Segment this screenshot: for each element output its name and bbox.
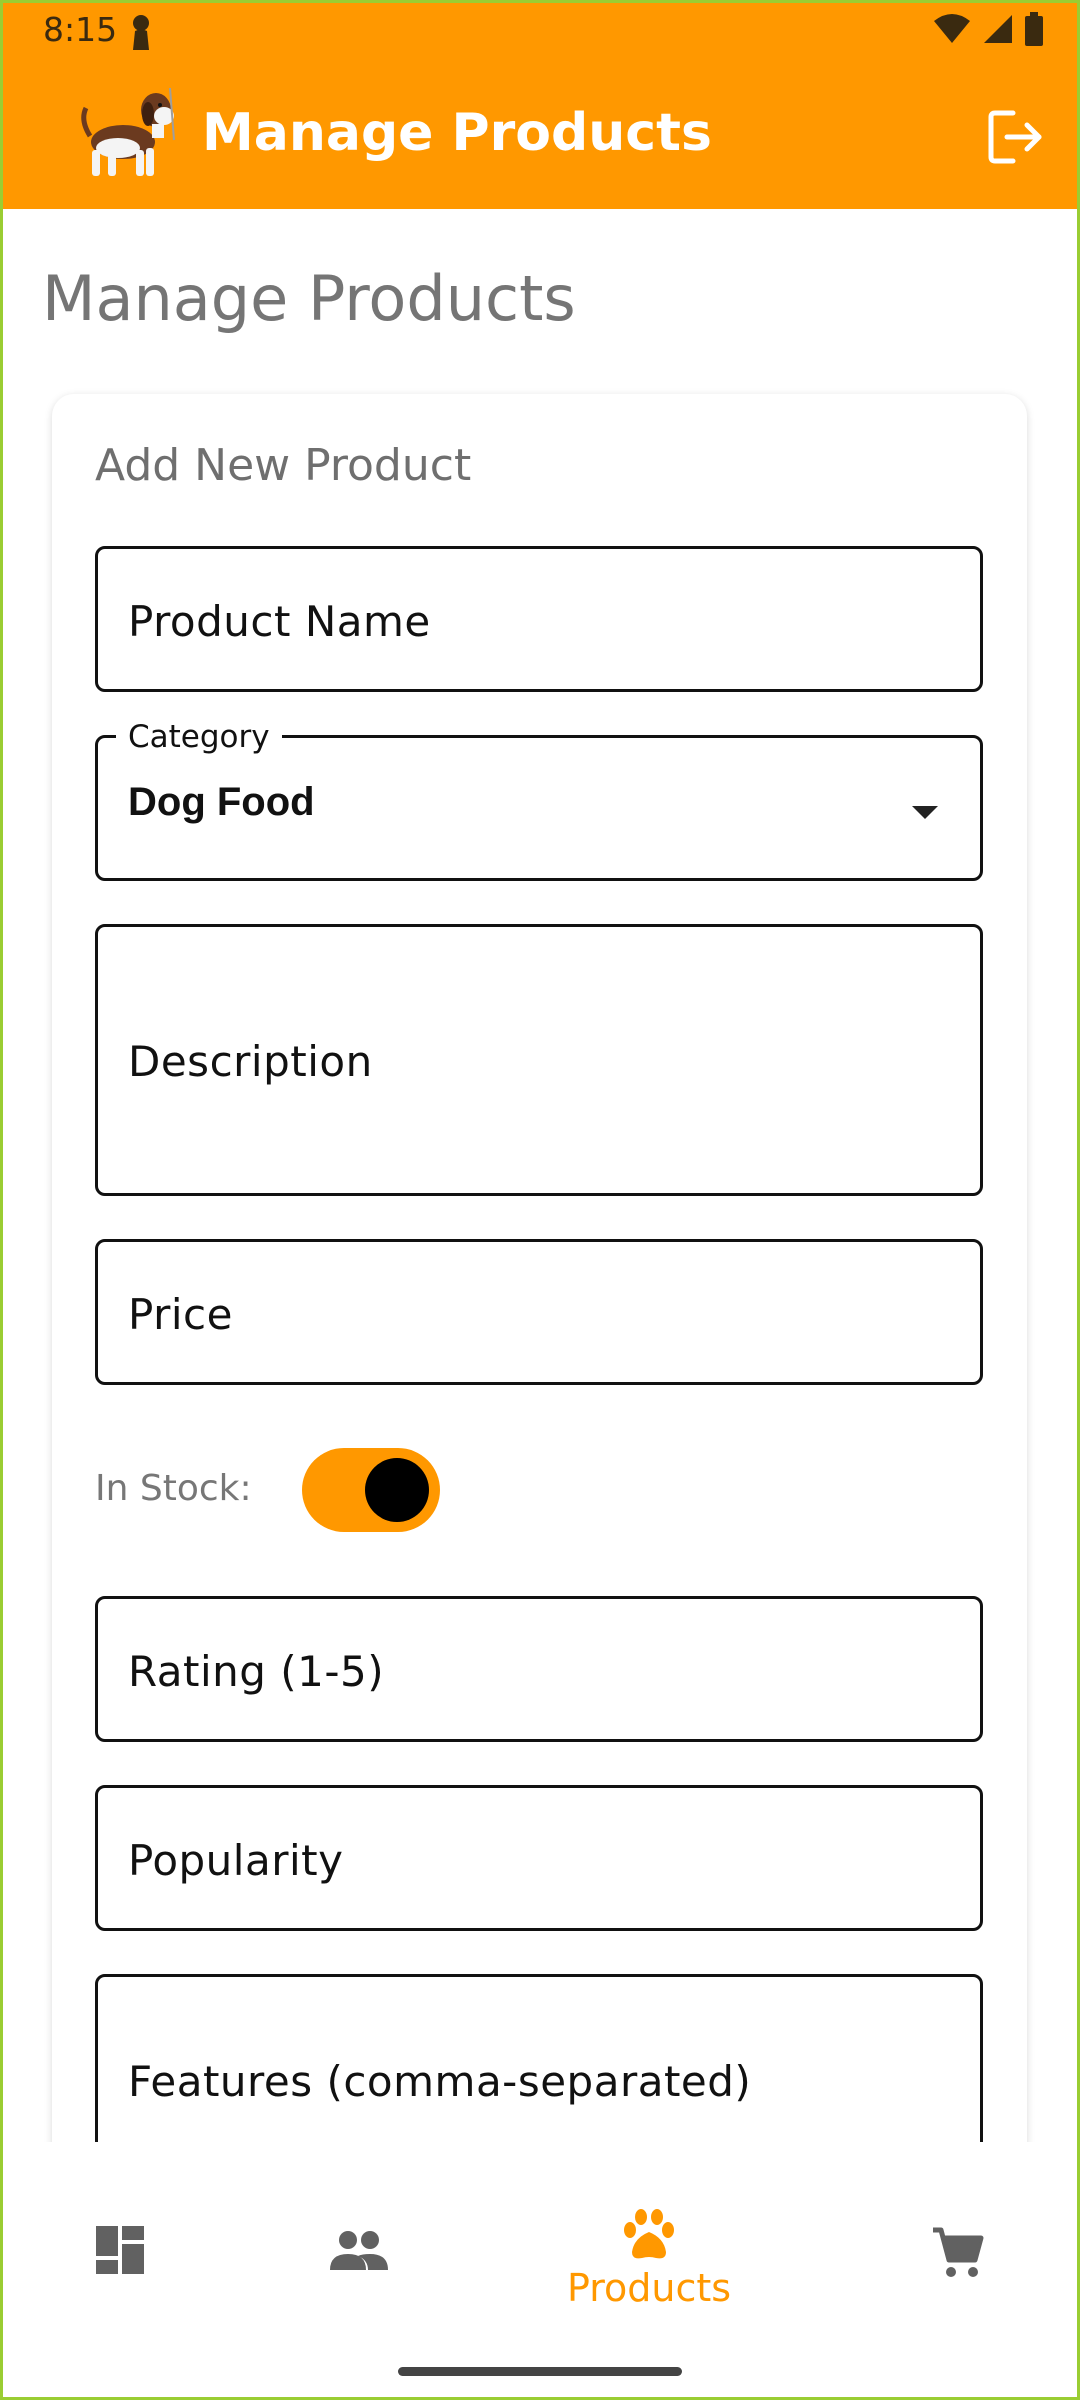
battery-icon xyxy=(1025,12,1043,46)
product-name-placeholder: Product Name xyxy=(128,597,431,646)
features-placeholder: Features (comma-separated) xyxy=(128,2057,752,2106)
description-placeholder: Description xyxy=(128,1037,373,1086)
status-time: 8:15 xyxy=(43,10,118,49)
cart-icon xyxy=(933,2227,984,2277)
in-stock-toggle[interactable] xyxy=(302,1448,440,1532)
card-title: Add New Product xyxy=(95,440,472,491)
category-dropdown[interactable]: Category Dog Food xyxy=(95,719,983,881)
wifi-icon xyxy=(934,14,970,43)
nav-products[interactable]: Products xyxy=(567,2208,731,2310)
nav-products-label: Products xyxy=(567,2266,732,2310)
nav-cart[interactable] xyxy=(931,2226,985,2280)
popularity-field[interactable]: Popularity xyxy=(95,1785,983,1931)
home-indicator[interactable] xyxy=(398,2367,682,2376)
nav-users[interactable] xyxy=(328,2230,390,2272)
description-field[interactable]: Description xyxy=(95,924,983,1196)
toggle-knob xyxy=(365,1458,429,1522)
paw-icon xyxy=(624,2209,675,2259)
dashboard-icon xyxy=(96,2226,144,2274)
bottom-navigation: Products xyxy=(0,2142,1080,2400)
notification-icon xyxy=(133,15,149,50)
product-name-field[interactable]: Product Name xyxy=(95,546,983,692)
in-stock-label: In Stock: xyxy=(95,1468,252,1509)
category-label: Category xyxy=(116,719,282,755)
category-value: Dog Food xyxy=(128,780,315,824)
price-placeholder: Price xyxy=(128,1290,233,1339)
signal-icon xyxy=(984,15,1012,43)
beagle-dog-logo xyxy=(81,87,175,176)
page-title: Manage Products xyxy=(42,262,576,335)
people-icon xyxy=(330,2231,388,2270)
price-field[interactable]: Price xyxy=(95,1239,983,1385)
app-bar: 8:15 Manage Products xyxy=(0,0,1080,209)
rating-placeholder: Rating (1-5) xyxy=(128,1647,385,1696)
status-icons xyxy=(932,12,1044,46)
nav-dashboard[interactable] xyxy=(94,2224,146,2276)
logout-icon[interactable] xyxy=(985,107,1045,167)
popularity-placeholder: Popularity xyxy=(128,1836,344,1885)
app-title: Manage Products xyxy=(202,103,712,163)
rating-field[interactable]: Rating (1-5) xyxy=(95,1596,983,1742)
dropdown-arrow-icon xyxy=(912,806,938,819)
